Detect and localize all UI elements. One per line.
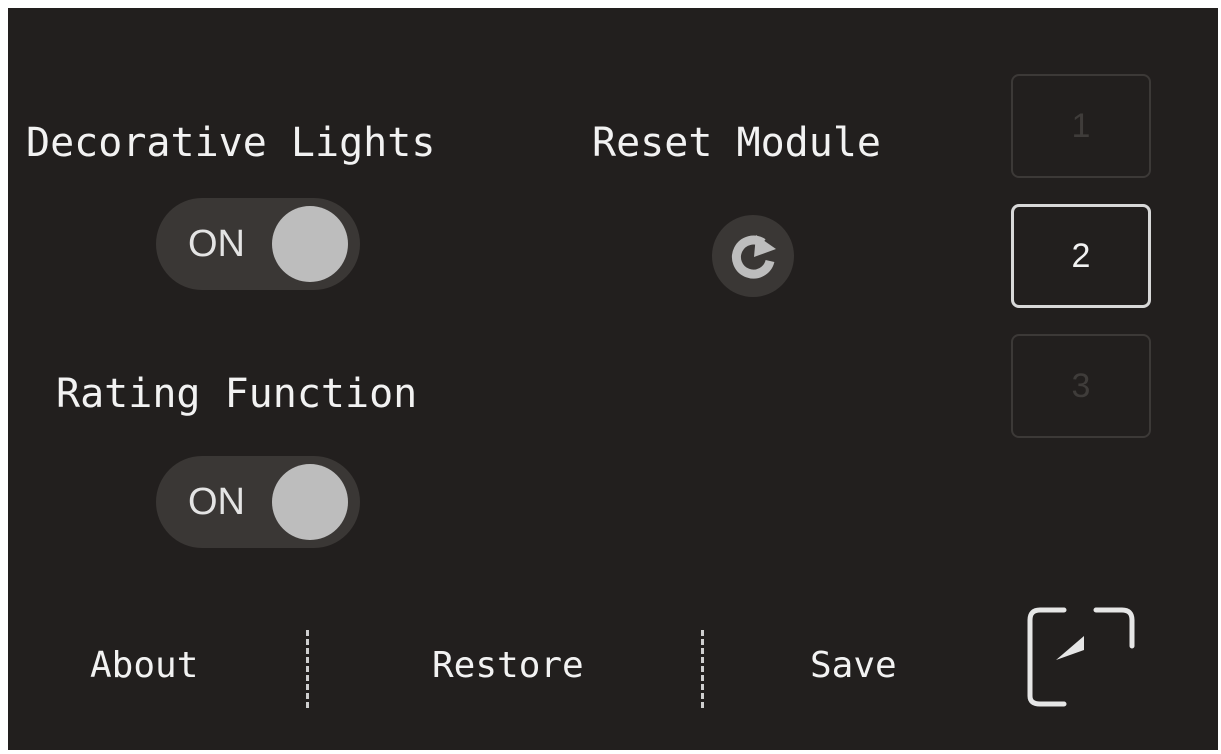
decorative-lights-label: Decorative Lights — [26, 120, 436, 166]
refresh-icon — [731, 235, 776, 279]
back-arrow-icon — [1027, 607, 1135, 707]
module-2-button[interactable]: 2 — [1011, 204, 1151, 308]
toggle-knob — [272, 464, 348, 540]
back-button[interactable] — [1026, 602, 1136, 708]
restore-button[interactable]: Restore — [432, 648, 584, 684]
reset-module-label: Reset Module — [592, 120, 881, 166]
decorative-lights-toggle-text: ON — [188, 223, 245, 265]
about-button[interactable]: About — [90, 648, 198, 684]
rating-function-toggle[interactable]: ON — [156, 456, 360, 548]
reset-module-button[interactable] — [712, 215, 794, 297]
save-button[interactable]: Save — [810, 648, 897, 684]
divider — [701, 630, 704, 708]
toggle-knob — [272, 206, 348, 282]
settings-screen: Decorative Lights ON Reset Module Rating… — [8, 8, 1218, 750]
decorative-lights-toggle[interactable]: ON — [156, 198, 360, 290]
module-3-button[interactable]: 3 — [1011, 334, 1151, 438]
divider — [306, 630, 309, 708]
rating-function-toggle-text: ON — [188, 481, 245, 523]
rating-function-label: Rating Function — [56, 371, 418, 417]
module-1-button[interactable]: 1 — [1011, 74, 1151, 178]
